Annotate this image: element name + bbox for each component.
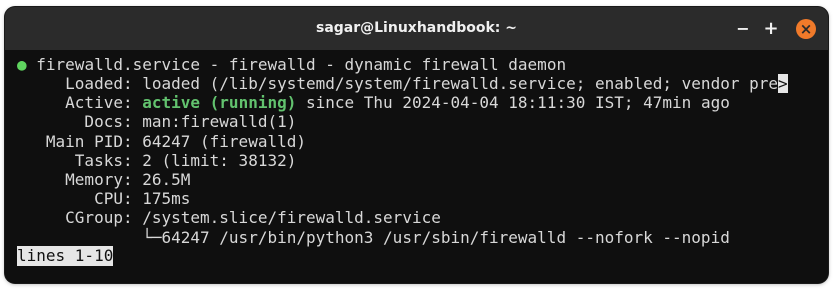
cpu-line: CPU: 175ms [17,189,191,208]
service-description: firewalld.service - firewalld - dynamic … [26,55,567,74]
pager-status: lines 1-10 [17,246,114,266]
active-line: Active: active (running) since Thu 2024-… [17,93,730,113]
memory-line: Memory: 26.5M [17,170,191,189]
docs-line: Docs: man:firewalld(1) [17,112,297,131]
terminal-window: sagar@Linuxhandbook: ~ − + × ● firewalld… [5,7,828,283]
minimize-icon[interactable]: − [733,19,753,39]
active-status: active (running) [142,93,297,112]
tasks-line: Tasks: 2 (limit: 38132) [17,151,297,170]
active-since: since Thu 2024-04-04 18:11:30 IST; 47min… [296,93,730,112]
maximize-icon[interactable]: + [761,19,781,39]
loaded-text: Loaded: loaded (/lib/systemd/system/fire… [17,74,778,93]
close-icon[interactable]: × [796,19,816,39]
line-overflow-indicator: > [778,74,788,93]
cgroup-line: CGroup: /system.slice/firewalld.service [17,208,441,227]
service-header-line: ● firewalld.service - firewalld - dynami… [17,55,566,75]
terminal-output[interactable]: ● firewalld.service - firewalld - dynami… [5,50,828,283]
loaded-line: Loaded: loaded (/lib/systemd/system/fire… [17,74,788,94]
window-title: sagar@Linuxhandbook: ~ [315,20,517,36]
status-bullet-icon: ● [17,55,27,74]
cgroup-process-line: └─64247 /usr/bin/python3 /usr/sbin/firew… [17,228,730,247]
main-pid-line: Main PID: 64247 (firewalld) [17,132,306,151]
title-bar[interactable]: sagar@Linuxhandbook: ~ − + × [5,7,828,50]
active-label: Active: [17,93,143,112]
